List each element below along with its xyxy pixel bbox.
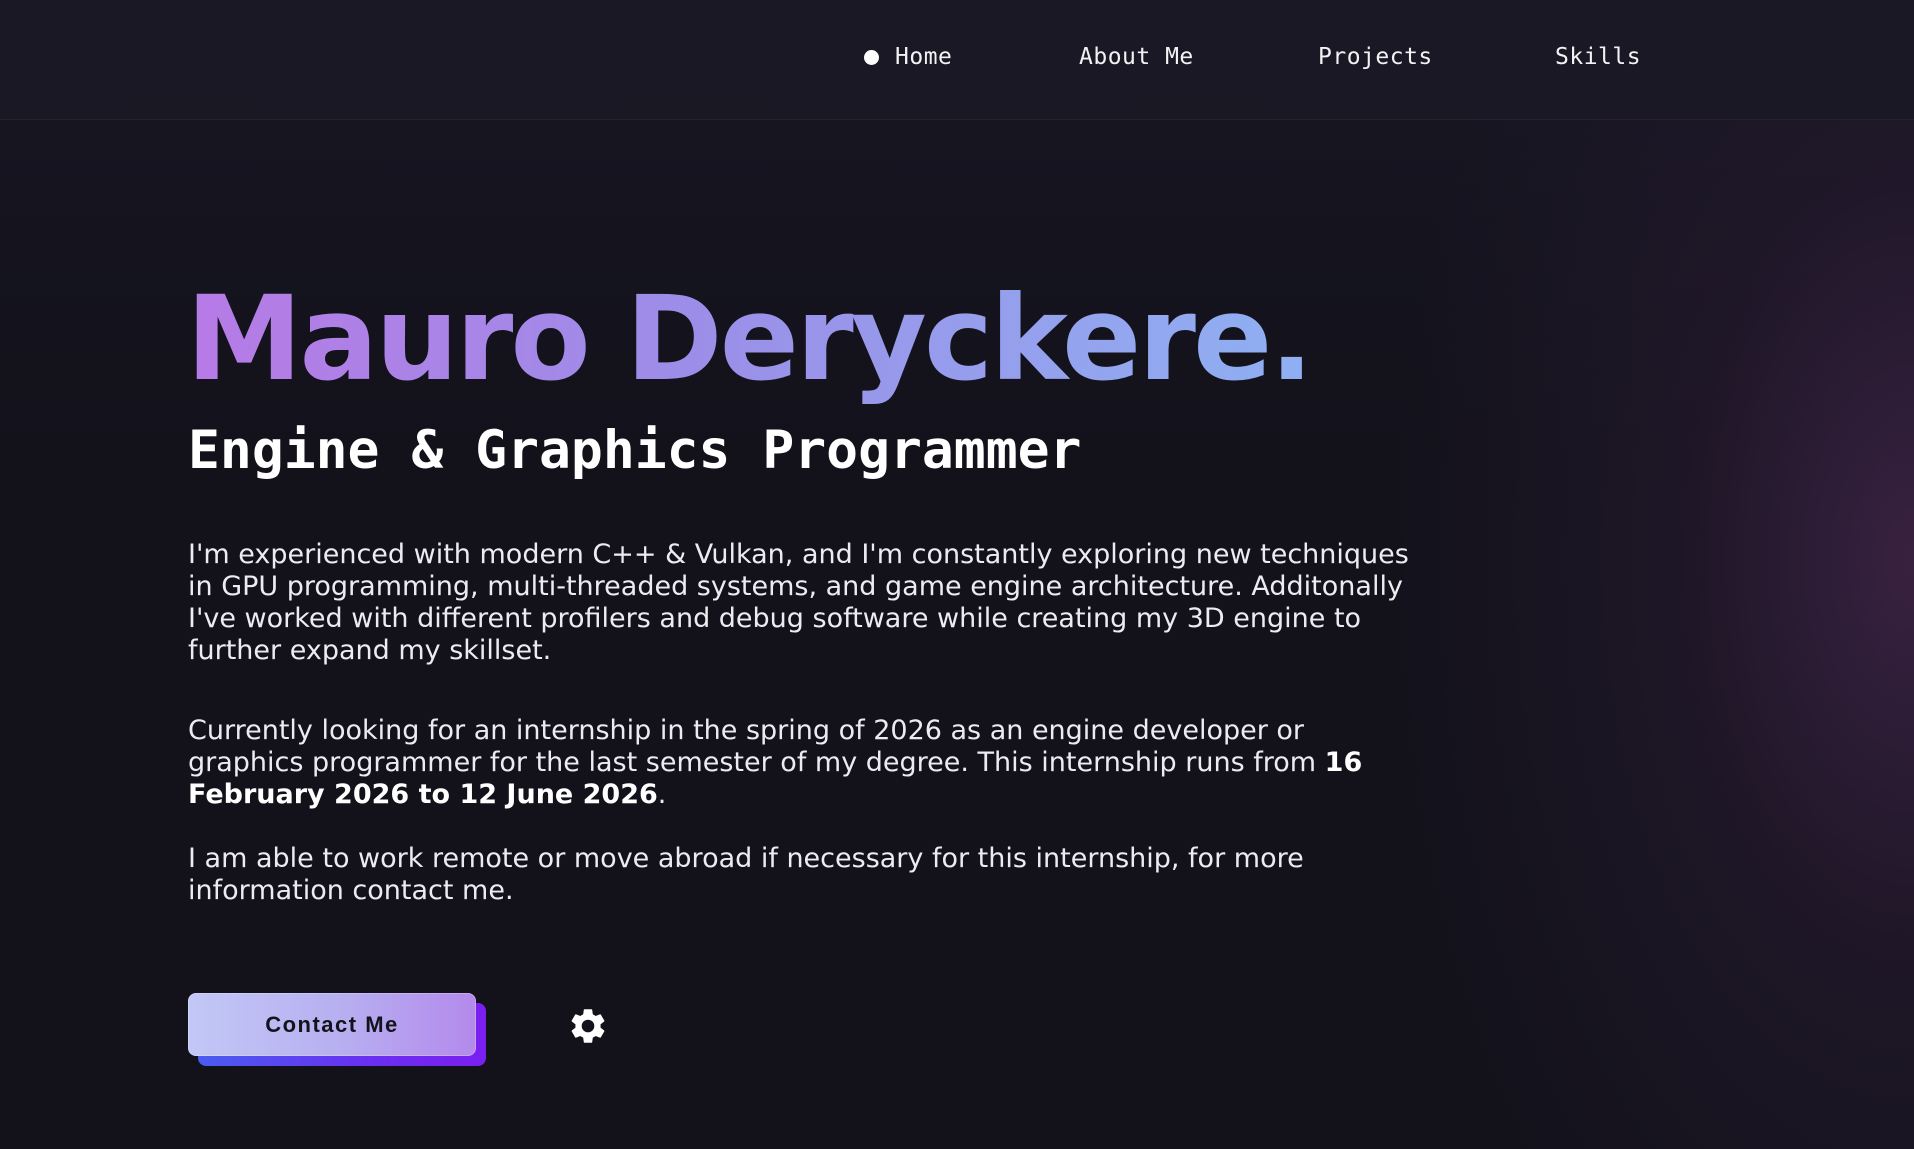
contact-button-wrapper: Contact Me: [188, 993, 488, 1067]
remote-paragraph: I am able to work remote or move abroad …: [188, 843, 1304, 906]
nav-item-about-me-label: About Me: [1079, 44, 1194, 70]
nav-item-projects[interactable]: Projects: [1318, 40, 1433, 74]
contact-me-button[interactable]: Contact Me: [188, 993, 476, 1056]
top-navbar: Home About Me Projects Skills: [0, 0, 1914, 120]
internship-paragraph: Currently looking for an internship in t…: [188, 715, 1428, 811]
intro-paragraph: I'm experienced with modern C++ & Vulkan…: [188, 539, 1409, 666]
nav-item-home[interactable]: Home: [864, 40, 952, 74]
nav-item-skills-label: Skills: [1555, 44, 1642, 70]
nav-item-about-me[interactable]: About Me: [1079, 40, 1194, 74]
nav-item-home-label: Home: [895, 44, 953, 70]
nav-item-skills[interactable]: Skills: [1555, 40, 1641, 74]
nav-item-projects-label: Projects: [1318, 44, 1433, 70]
gear-icon[interactable]: [567, 1005, 609, 1047]
hero-name-heading: Mauro Deryckere.: [186, 270, 1314, 407]
dot-icon: [864, 49, 879, 65]
internship-paragraph-end: .: [657, 779, 667, 810]
internship-paragraph-text: Currently looking for an internship in t…: [188, 715, 1325, 778]
hero-role-subheading: Engine & Graphics Programmer: [188, 420, 1082, 481]
